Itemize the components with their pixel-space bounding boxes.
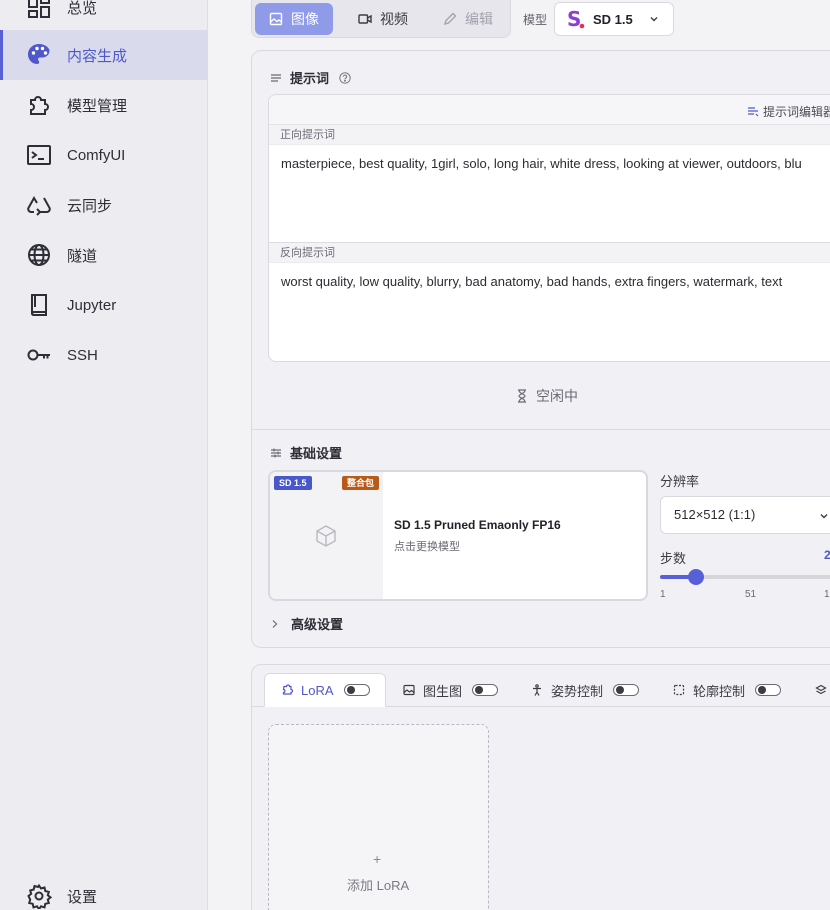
chevron-down-icon: [650, 17, 658, 22]
bundle-badge: 整合包: [342, 476, 380, 490]
prompt-box: 提示词编辑器 正向提示词 masterpiece, best quality, …: [268, 94, 830, 362]
sync-icon: [26, 192, 52, 218]
resolution-select[interactable]: 512×512 (1:1): [660, 496, 830, 534]
sd-logo-icon: S: [567, 7, 585, 31]
sliders-icon: [271, 448, 281, 457]
status-indicator: 空闲中: [516, 386, 578, 406]
plus-icon: +: [373, 851, 382, 867]
mode-edit-button[interactable]: 编辑: [443, 3, 493, 35]
globe-icon: [26, 242, 52, 268]
sidebar-item-tunnel[interactable]: 隧道: [0, 230, 207, 280]
tab-outline-control[interactable]: 轮廓控制: [673, 673, 782, 707]
sidebar-item-label: Jupyter: [67, 296, 117, 314]
sidebar-item-label: 隧道: [67, 247, 98, 265]
tab-more[interactable]: [815, 673, 830, 707]
negative-prompt-input[interactable]: worst quality, low quality, blurry, bad …: [281, 274, 782, 289]
chevron-right-icon: [272, 619, 278, 628]
prompt-section-title: 提示词: [270, 68, 359, 87]
negative-prompt-label: 反向提示词: [269, 243, 830, 263]
sidebar-item-label: ComfyUI: [67, 146, 126, 164]
sidebar-item-content-generation[interactable]: 内容生成: [0, 30, 207, 80]
lora-icon: [282, 684, 293, 695]
sidebar-item-label: 模型管理: [67, 97, 128, 115]
sidebar-item-label: 总览: [67, 0, 98, 17]
tab-lora[interactable]: LoRA: [264, 673, 386, 707]
advanced-settings-toggle[interactable]: 高级设置: [271, 614, 343, 633]
sidebar-item-overview[interactable]: 总览: [0, 0, 207, 32]
prompt-toolbar: 提示词编辑器: [269, 95, 830, 125]
sidebar-item-cloud-sync[interactable]: 云同步: [0, 180, 207, 230]
positive-prompt-input[interactable]: masterpiece, best quality, 1girl, solo, …: [281, 156, 802, 171]
sidebar: 总览 内容生成 模型管理 ComfyUI 云同步 隧道 Jupyter SSH …: [0, 0, 208, 910]
puzzle-icon: [26, 92, 52, 118]
wand-lines-icon: [748, 106, 759, 116]
terminal-icon: [26, 142, 52, 168]
tab-img2img[interactable]: 图生图: [403, 673, 499, 707]
add-lora-label: 添加 LoRA: [347, 878, 410, 893]
model-select[interactable]: S SD 1.5: [554, 2, 674, 36]
basic-settings-title: 基础设置: [270, 443, 342, 462]
mode-image-button[interactable]: 图像: [255, 3, 333, 35]
steps-value: 2: [824, 548, 830, 562]
dashboard-icon: [26, 0, 52, 20]
sidebar-item-comfyui[interactable]: ComfyUI: [0, 130, 207, 180]
mode-switcher: 图像 视频 编辑: [251, 0, 511, 38]
prompt-editor-button[interactable]: 提示词编辑器: [747, 103, 830, 120]
sidebar-item-settings[interactable]: 设置: [0, 871, 207, 910]
svg-text:S: S: [567, 8, 581, 30]
help-icon[interactable]: [339, 71, 351, 84]
layers-icon: [815, 684, 827, 695]
cube-icon: [316, 525, 336, 547]
slider-tick-mid: 51: [745, 589, 757, 600]
sidebar-item-model-management[interactable]: 模型管理: [0, 80, 207, 130]
lines-icon: [271, 73, 281, 82]
palette-icon: [26, 42, 52, 68]
positive-prompt-label: 正向提示词: [269, 125, 830, 145]
pose-control-toggle[interactable]: [613, 684, 640, 696]
key-icon: [26, 342, 52, 368]
notebook-icon: [26, 292, 52, 318]
add-lora-button[interactable]: + 添加 LoRA: [268, 724, 489, 910]
outline-control-toggle[interactable]: [755, 684, 782, 696]
gear-icon: [26, 883, 52, 909]
model-card[interactable]: SD 1.5 整合包 SD 1.5 Pruned Emaonly FP16 点击…: [268, 470, 648, 601]
slider-tick-max: 1: [824, 589, 830, 600]
sidebar-item-label: 设置: [67, 888, 98, 906]
sidebar-item-label: 内容生成: [67, 47, 128, 65]
model-thumbnail: SD 1.5 整合包: [270, 472, 383, 599]
sidebar-item-jupyter[interactable]: Jupyter: [0, 280, 207, 330]
hourglass-icon: [518, 389, 526, 403]
steps-label: 步数: [660, 551, 687, 566]
sidebar-item-label: 云同步: [67, 197, 113, 215]
image-icon: [269, 12, 283, 26]
sidebar-item-ssh[interactable]: SSH: [0, 330, 207, 380]
pencil-icon: [443, 12, 457, 26]
mode-video-button[interactable]: 视频: [358, 3, 408, 35]
sidebar-item-label: SSH: [67, 346, 98, 364]
outline-icon: [673, 684, 685, 696]
chevron-down-icon: [820, 514, 828, 519]
lora-toggle[interactable]: [343, 684, 370, 696]
video-icon: [358, 14, 372, 24]
version-badge: SD 1.5: [274, 476, 312, 490]
slider-tick-min: 1: [660, 589, 666, 600]
section-divider: [252, 429, 830, 430]
tab-pose-control[interactable]: 姿势控制: [531, 673, 640, 707]
img2img-toggle[interactable]: [472, 684, 499, 696]
model-name: SD 1.5 Pruned Emaonly FP16: [394, 518, 561, 532]
image-icon: [403, 684, 415, 696]
resolution-label: 分辨率: [660, 474, 700, 489]
change-model-hint: 点击更换模型: [394, 541, 460, 553]
steps-slider[interactable]: [660, 569, 830, 585]
model-label: 模型: [523, 13, 548, 27]
pose-icon: [533, 684, 541, 696]
